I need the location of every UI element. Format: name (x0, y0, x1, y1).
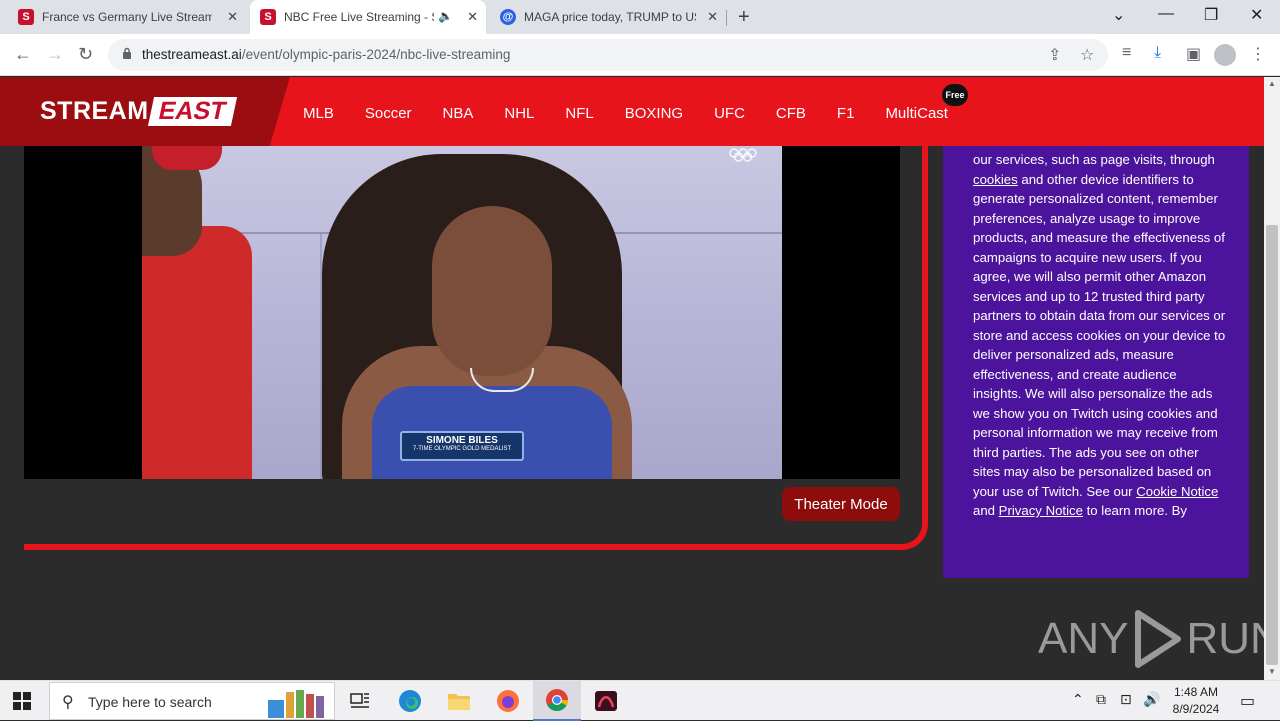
video-frame[interactable]: SIMONE BILES 7-TIME OLYMPIC GOLD MEDALIS… (142, 146, 782, 479)
nav-f1[interactable]: F1 (837, 105, 855, 122)
taskbar-search-box[interactable]: ⚲ Type here to search (49, 682, 335, 720)
consent-text: and (973, 503, 999, 518)
url-domain: thestreameast.ai (142, 47, 242, 62)
nav-nfl[interactable]: NFL (565, 105, 593, 122)
nav-boxing[interactable]: BOXING (625, 105, 683, 122)
share-icon[interactable]: ⇪ (1048, 45, 1061, 65)
close-tab-icon[interactable]: ✕ (707, 9, 718, 25)
windows-taskbar: ⚲ Type here to search ⌃ ⧉ ⊡ 🔊 1:48 AM 8/… (0, 680, 1280, 721)
site-header: STREAM EAST MLB Soccer NBA NHL NFL BOXIN… (0, 77, 1264, 146)
play-triangle-icon (1135, 610, 1182, 668)
media-controls-icon[interactable]: ≡ (1122, 44, 1131, 62)
scroll-down-icon[interactable]: ▼ (1268, 667, 1276, 676)
tab-france-germany[interactable]: S France vs Germany Live Streaming ✕ (8, 0, 246, 34)
address-bar[interactable]: thestreameast.ai/event/olympic-paris-202… (108, 39, 1108, 71)
system-clock[interactable]: 1:48 AM 8/9/2024 (1166, 684, 1226, 718)
search-icon: ⚲ (62, 694, 74, 711)
back-icon[interactable]: ← (14, 44, 32, 65)
nav-ufc[interactable]: UFC (714, 105, 745, 122)
restore-icon[interactable]: ❐ (1204, 5, 1218, 25)
browser-menu-icon[interactable]: ⋮ (1250, 44, 1266, 64)
nav-nhl[interactable]: NHL (504, 105, 534, 122)
cookie-consent-panel: our services, such as page visits, throu… (943, 146, 1249, 578)
side-panel-icon[interactable]: ▣ (1186, 44, 1201, 64)
search-placeholder: Type here to search (88, 694, 212, 710)
close-window-icon[interactable]: ✕ (1250, 5, 1263, 25)
consent-text: to learn more. By (1082, 503, 1188, 518)
lower-third-caption: SIMONE BILES 7-TIME OLYMPIC GOLD MEDALIS… (400, 431, 524, 461)
sport-nav: MLB Soccer NBA NHL NFL BOXING UFC CFB F1… (303, 105, 979, 122)
notifications-icon[interactable]: ▭ (1240, 691, 1255, 711)
anyrun-watermark: ANY RUN (1038, 609, 1280, 669)
scroll-thumb[interactable] (1266, 225, 1278, 665)
streameast-logo[interactable]: STREAM EAST (40, 97, 237, 126)
search-highlight-books-icon (268, 690, 324, 718)
olympic-rings-icon (729, 148, 757, 162)
close-tab-icon[interactable]: ✕ (467, 9, 478, 25)
cookies-link[interactable]: cookies (973, 172, 1018, 187)
network-icon[interactable]: ⊡ (1120, 691, 1132, 708)
scroll-up-icon[interactable]: ▲ (1268, 79, 1276, 88)
nav-soccer[interactable]: Soccer (365, 105, 412, 122)
logo-stream-text: STREAM (40, 97, 149, 125)
minimize-icon[interactable]: — (1158, 5, 1174, 23)
athlete-face (432, 206, 552, 376)
tab-maga-price[interactable]: @ MAGA price today, TRUMP to US ✕ (490, 0, 726, 34)
clock-time: 1:48 AM (1173, 685, 1219, 699)
nav-nba[interactable]: NBA (443, 105, 474, 122)
url-path: /event/olympic-paris-2024/nbc-live-strea… (241, 47, 511, 62)
tab-search-chevron-icon[interactable]: ⌄ (1112, 5, 1125, 25)
lower-third-name: SIMONE BILES (426, 435, 498, 446)
reload-icon[interactable]: ↻ (78, 44, 93, 65)
browser-toolbar: ← → ↻ thestreameast.ai/event/olympic-par… (0, 34, 1280, 76)
streameast-favicon-icon: S (260, 9, 276, 25)
coin-favicon-icon: @ (500, 9, 516, 25)
tab-separator (726, 10, 727, 26)
edge-icon[interactable] (386, 681, 434, 721)
tray-chevron-icon[interactable]: ⌃ (1072, 691, 1084, 708)
page-scrollbar[interactable]: ▲ ▼ (1264, 77, 1280, 680)
browser-tab-strip: S France vs Germany Live Streaming ✕ S N… (0, 0, 1280, 34)
close-tab-icon[interactable]: ✕ (227, 9, 238, 25)
url-text: thestreameast.ai/event/olympic-paris-202… (142, 47, 510, 62)
consent-text: our services, such as page visits, throu… (973, 152, 1215, 167)
tab-nbc-live[interactable]: S NBC Free Live Streaming - S 🔈 ✕ (250, 0, 486, 34)
task-view-icon[interactable] (336, 681, 384, 721)
profile-avatar-icon[interactable] (1214, 44, 1236, 66)
theater-mode-button[interactable]: Theater Mode (782, 487, 900, 521)
lock-icon (123, 47, 131, 59)
consent-text: and other device identifiers to generate… (973, 171, 1226, 499)
clock-date: 8/9/2024 (1172, 702, 1220, 716)
watermark-any: ANY (1038, 614, 1129, 663)
tab-title: MAGA price today, TRUMP to US (524, 10, 696, 24)
privacy-notice-link[interactable]: Privacy Notice (999, 503, 1083, 518)
tab-title: France vs Germany Live Streaming (42, 10, 212, 24)
lower-third-subtitle: 7-TIME OLYMPIC GOLD MEDALIST (412, 446, 512, 452)
bookmark-star-icon[interactable]: ☆ (1080, 45, 1094, 65)
windows-start-icon[interactable] (13, 692, 31, 710)
forward-icon[interactable]: → (46, 44, 64, 65)
streameast-favicon-icon: S (18, 9, 34, 25)
app-generic-icon[interactable] (582, 681, 630, 721)
logo-east-text: EAST (147, 97, 237, 126)
download-icon[interactable]: ⤓ (1154, 44, 1161, 62)
nav-mlb[interactable]: MLB (303, 105, 334, 122)
tab-title: NBC Free Live Streaming - S (284, 10, 434, 24)
firefox-icon[interactable] (484, 681, 532, 721)
new-tab-icon[interactable]: + (738, 6, 750, 29)
spectator-red-cap (152, 146, 222, 170)
spectator-red-shirt (142, 226, 252, 479)
audio-playing-icon[interactable]: 🔈 (438, 9, 453, 23)
free-badge: Free (942, 84, 968, 106)
chrome-icon[interactable] (533, 681, 581, 721)
nav-multicast[interactable]: MultiCast (885, 105, 948, 122)
cookie-notice-link[interactable]: Cookie Notice (1136, 484, 1218, 499)
volume-icon[interactable]: 🔊 (1143, 691, 1160, 708)
tray-device-icon[interactable]: ⧉ (1096, 691, 1106, 708)
nav-cfb[interactable]: CFB (776, 105, 806, 122)
file-explorer-icon[interactable] (435, 681, 483, 721)
